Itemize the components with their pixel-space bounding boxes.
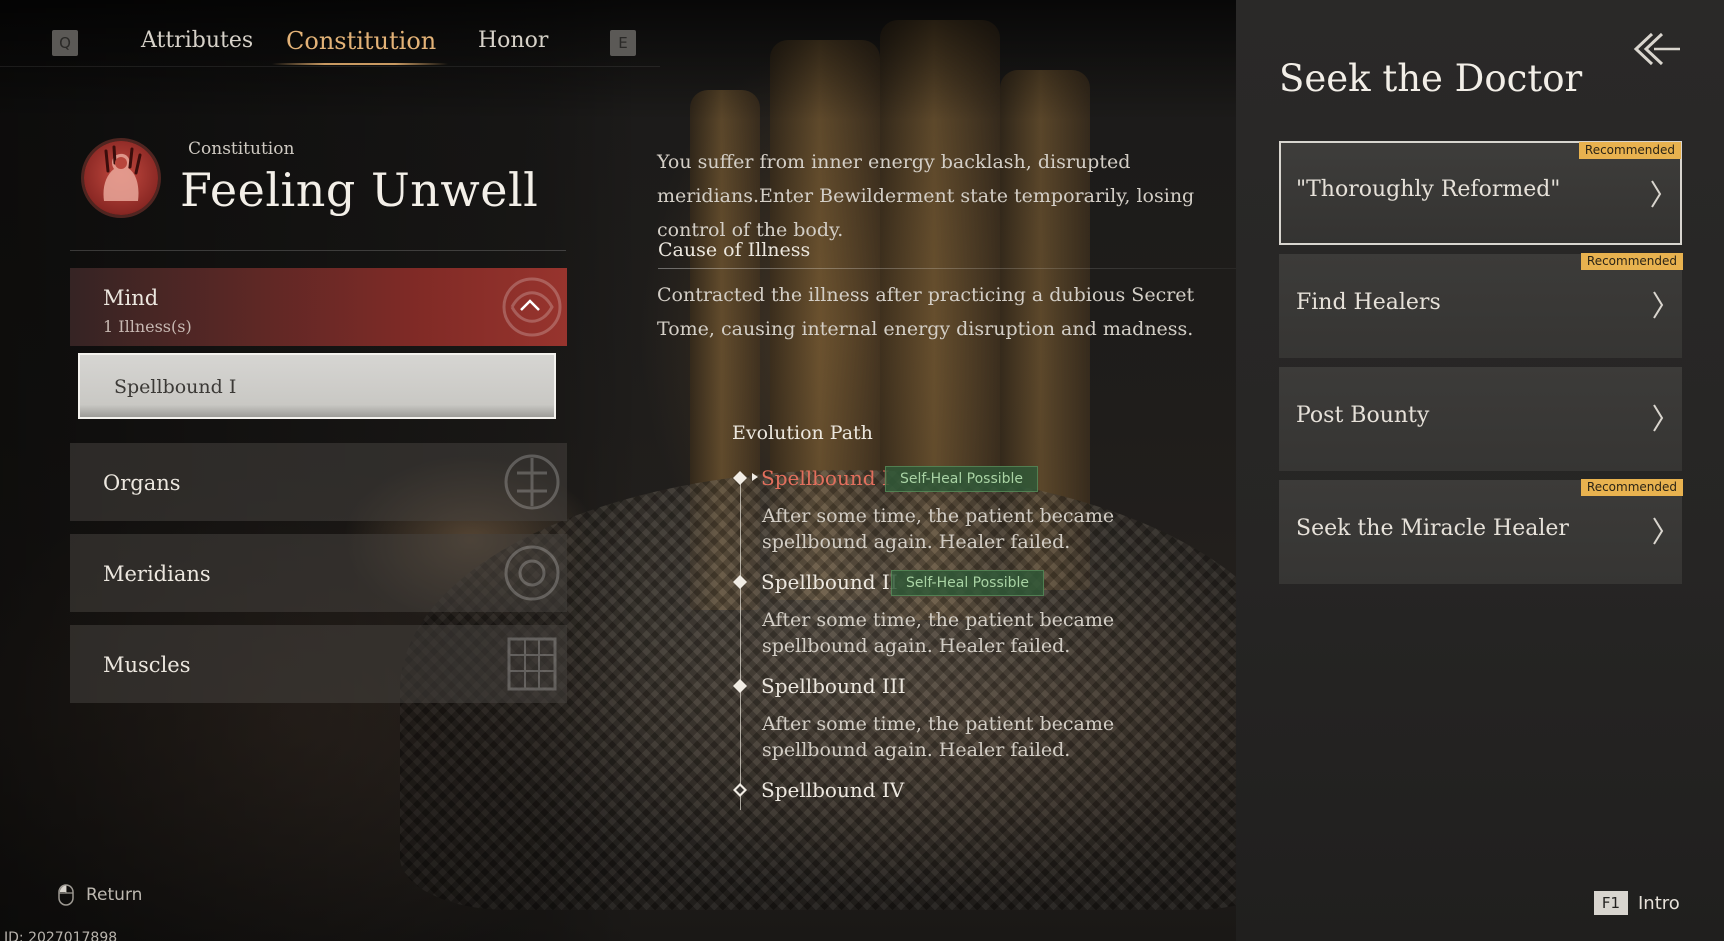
chevron-right-icon [1651,180,1662,208]
stage-description: After some time, the patient became spel… [762,609,1115,657]
diamond-outline-icon [733,782,747,797]
category-label: Meridians [103,562,211,586]
stage-name: Spellbound I [761,466,890,490]
category-label: Organs [103,471,181,495]
self-heal-badge: Self-Heal Possible [885,466,1039,492]
stage-name: Spellbound IV [761,778,905,802]
chevron-up-icon[interactable] [519,298,541,312]
tab-attributes[interactable]: Attributes [141,28,253,53]
recommended-badge: Recommended [1578,142,1681,159]
option-seek-miracle-healer[interactable]: Seek the Miracle Healer Recommended [1279,479,1683,584]
evolution-timeline [740,474,741,810]
player-id: ID: 2027017898 [4,930,118,941]
diamond-icon [733,574,747,589]
chevron-right-icon [1653,291,1664,319]
cause-divider [658,268,1238,269]
cause-heading: Cause of Illness [658,239,811,261]
current-stage-pointer-icon [752,473,758,481]
stage-name: Spellbound II [761,570,898,594]
chevron-right-icon [1653,404,1664,432]
self-heal-badge: Self-Heal Possible [891,570,1045,596]
header-category-label: Constitution [188,139,295,159]
prev-tab-key[interactable]: Q [52,30,78,56]
recommended-badge: Recommended [1580,253,1683,270]
category-meridians[interactable]: Meridians [70,534,567,612]
stage-description: After some time, the patient became spel… [762,505,1115,553]
intro-label: Intro [1638,892,1680,914]
muscles-pattern-icon [477,625,567,703]
cause-text: Contracted the illness after practicing … [657,284,1195,340]
panel-title: Seek the Doctor [1279,57,1583,100]
stage-name: Spellbound III [761,674,906,698]
option-label: Find Healers [1296,290,1441,315]
illness-description: You suffer from inner energy backlash, d… [657,151,1195,241]
constitution-screen: Q Attributes Constitution Honor E Consti… [0,0,1724,941]
option-find-healers[interactable]: Find Healers Recommended [1279,253,1683,358]
mouse-icon [58,884,74,906]
option-label: Seek the Miracle Healer [1296,516,1569,541]
back-arrow-icon[interactable] [1630,30,1682,68]
illness-count: 1 Illness(s) [103,317,192,336]
stage-description: After some time, the patient became spel… [762,713,1115,761]
diamond-icon [733,470,747,485]
category-organs[interactable]: Organs [70,443,567,521]
category-mind[interactable]: Mind 1 Illness(s) [70,268,567,346]
return-label: Return [86,885,143,905]
active-tab-underline [272,63,448,65]
option-post-bounty[interactable]: Post Bounty [1279,367,1682,471]
diamond-icon [733,678,747,693]
option-label: "Thoroughly Reformed" [1296,177,1561,202]
category-label: Muscles [103,653,191,677]
page-title: Feeling Unwell [180,163,539,217]
tab-constitution[interactable]: Constitution [286,27,436,55]
category-muscles[interactable]: Muscles [70,625,567,703]
illness-item-selected[interactable]: Spellbound I [78,353,556,419]
tab-honor[interactable]: Honor [478,28,548,53]
return-button[interactable]: Return [58,882,142,908]
header-divider [70,250,566,251]
option-thoroughly-reformed[interactable]: "Thoroughly Reformed" Recommended [1279,141,1682,245]
organs-pattern-icon [477,443,567,521]
meridians-pattern-icon [477,534,567,612]
tab-bar: Q Attributes Constitution Honor E [0,22,660,67]
illness-label: Spellbound I [114,376,237,398]
option-label: Post Bounty [1296,403,1430,428]
intro-button[interactable]: F1 Intro [1594,891,1680,915]
evolution-path-title: Evolution Path [732,422,873,444]
f1-key: F1 [1594,891,1628,915]
recommended-badge: Recommended [1580,479,1683,496]
chevron-right-icon [1653,517,1664,545]
category-label: Mind [103,286,159,310]
next-tab-key[interactable]: E [610,30,636,56]
constitution-emblem-icon [84,141,158,215]
